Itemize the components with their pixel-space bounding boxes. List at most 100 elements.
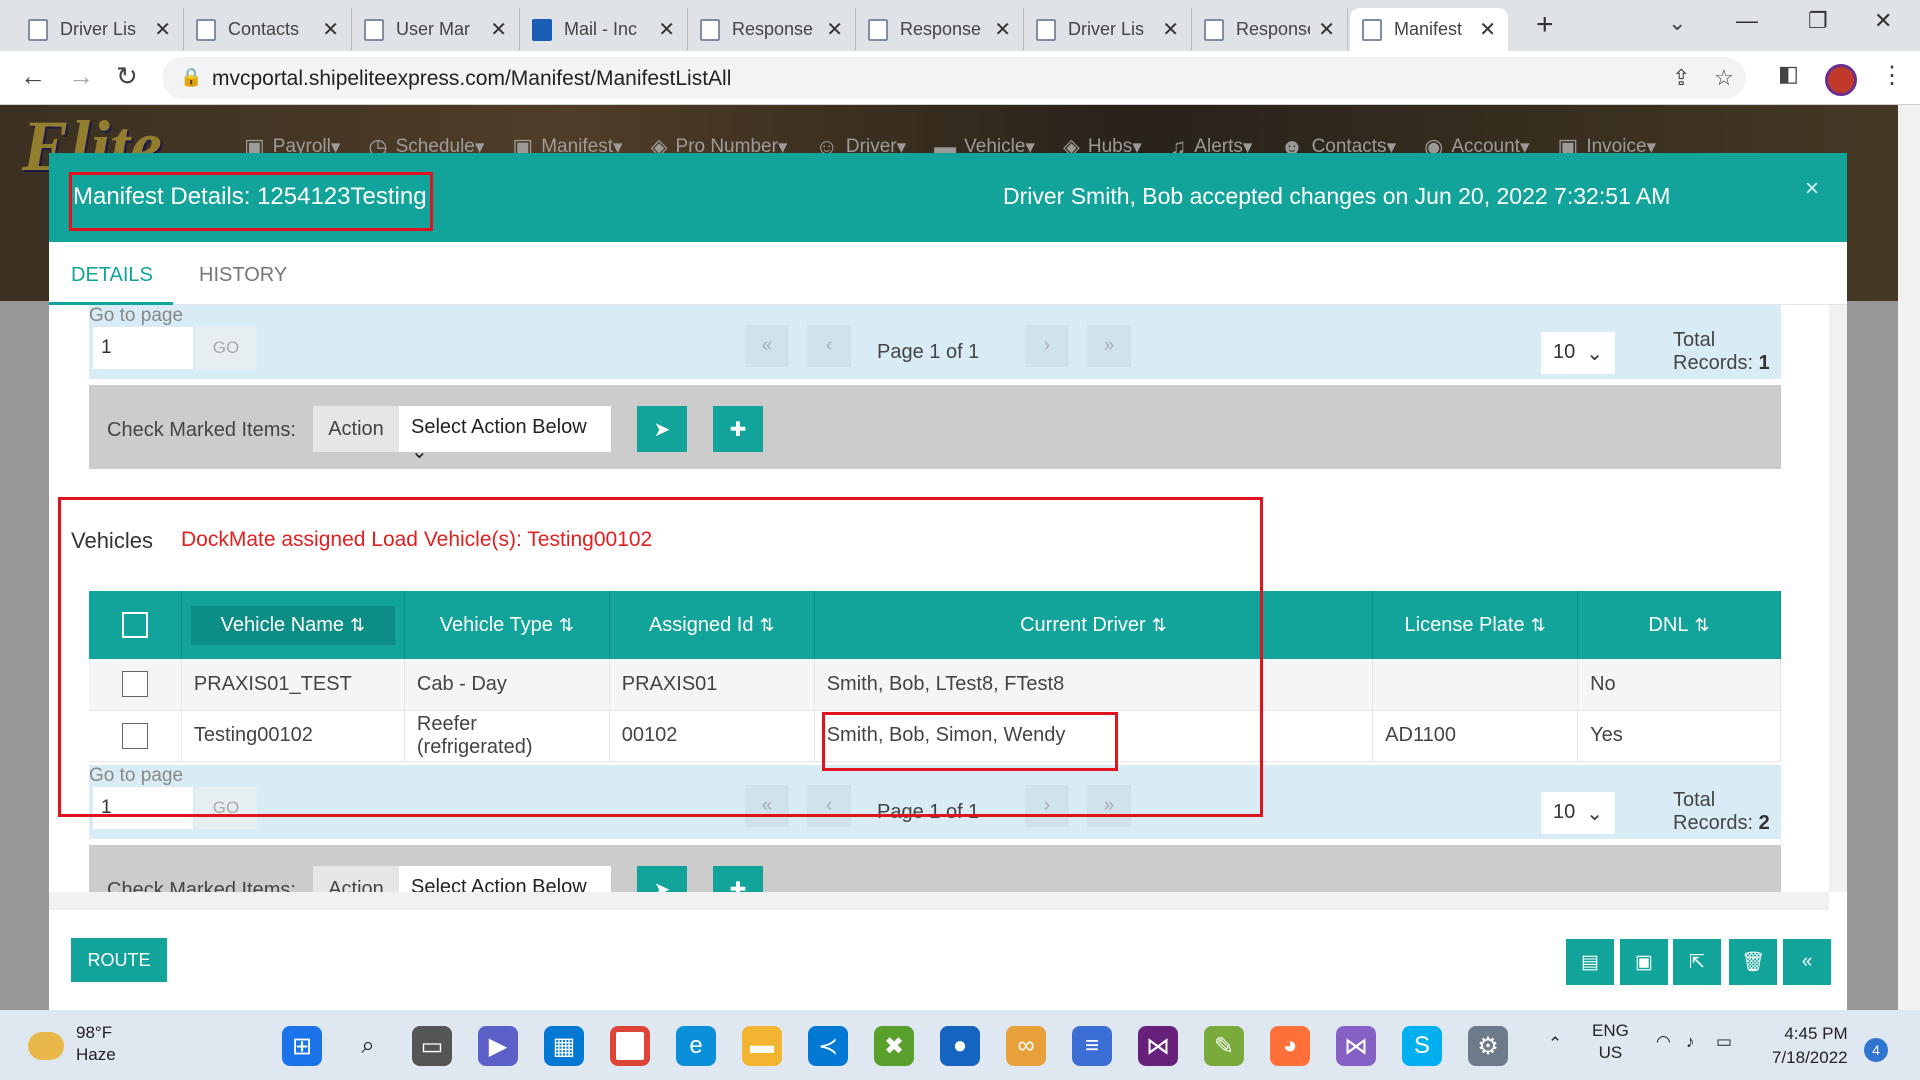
clock[interactable]: 4:45 PM 7/18/2022 xyxy=(1772,1022,1848,1070)
new-tab-button[interactable]: + xyxy=(1536,8,1554,42)
close-tab-icon[interactable]: ✕ xyxy=(1318,17,1335,42)
paint-icon[interactable]: ✎ xyxy=(1204,1026,1244,1066)
bookmark-star-icon[interactable]: ☆ xyxy=(1714,65,1734,91)
reload-icon[interactable]: ↻ xyxy=(116,61,138,92)
modal-close-icon[interactable]: × xyxy=(1805,175,1819,203)
sort-icon[interactable]: ⇅ xyxy=(1695,615,1710,636)
action-label: Action xyxy=(313,866,399,892)
first-page-icon[interactable]: « xyxy=(745,325,789,367)
lock-icon[interactable]: 🔒 xyxy=(180,67,202,88)
tab-search-icon[interactable]: ⌄ xyxy=(1668,10,1686,36)
document-icon xyxy=(868,18,888,41)
prev-page-icon[interactable]: ‹ xyxy=(807,325,851,367)
minimize-icon[interactable]: — xyxy=(1736,8,1758,34)
excel-app-icon[interactable]: ✖ xyxy=(874,1026,914,1066)
browser-tab[interactable]: Driver Lis ✕ xyxy=(1024,8,1192,51)
store-icon[interactable]: ▦ xyxy=(544,1026,584,1066)
action-select[interactable]: Select Action Below ⌄ xyxy=(399,406,611,463)
close-tab-icon[interactable]: ✕ xyxy=(1162,17,1179,42)
address-bar[interactable]: 🔒 mvcportal.shipeliteexpress.com/Manifes… xyxy=(162,57,1746,99)
app-icon[interactable]: ∞ xyxy=(1006,1026,1046,1066)
col-dnl[interactable]: DNL ⇅ xyxy=(1577,591,1781,659)
file-explorer-icon[interactable]: ▬ xyxy=(742,1026,782,1066)
back-icon[interactable]: ← xyxy=(20,61,46,92)
teams-icon[interactable]: ▶ xyxy=(478,1026,518,1066)
side-panel-icon[interactable]: ◧ xyxy=(1778,61,1799,87)
notepad-icon[interactable]: ≡ xyxy=(1072,1026,1112,1066)
maps-icon[interactable]: ● xyxy=(940,1026,980,1066)
tray-chevron-icon[interactable]: ⌃ xyxy=(1548,1034,1562,1054)
close-tab-icon[interactable]: ✕ xyxy=(154,17,171,42)
vscode-icon[interactable]: ≺ xyxy=(808,1026,848,1066)
action-select[interactable]: Select Action Below ⌄ xyxy=(399,866,611,892)
restore-icon[interactable]: ❐ xyxy=(1808,8,1828,34)
send-icon[interactable]: ➤ xyxy=(637,406,687,452)
close-tab-icon[interactable]: ✕ xyxy=(1479,17,1496,42)
menu-kebab-icon[interactable]: ⋮ xyxy=(1880,61,1904,90)
send-icon[interactable]: ➤ xyxy=(637,866,687,892)
page-size-select[interactable]: 10 ⌄ xyxy=(1541,332,1615,374)
document-icon xyxy=(28,18,48,41)
pdf-icon[interactable]: ▤ xyxy=(1566,939,1614,985)
browser-tab[interactable]: Contacts ✕ xyxy=(184,8,352,51)
next-page-icon[interactable]: › xyxy=(1025,325,1069,367)
go-button[interactable]: GO xyxy=(195,327,257,369)
manifest-details-modal: Manifest Details: 1254123Testing Driver … xyxy=(49,153,1847,1010)
weather-widget[interactable]: 98°F Haze xyxy=(28,1022,116,1066)
collapse-icon[interactable]: « xyxy=(1783,939,1831,985)
firefox-icon[interactable]: ◕ xyxy=(1270,1026,1310,1066)
forward-icon[interactable]: → xyxy=(68,61,94,92)
go-to-page-input[interactable] xyxy=(93,327,193,369)
visual-studio-icon[interactable]: ⋈ xyxy=(1138,1026,1178,1066)
sort-icon[interactable]: ⇅ xyxy=(1531,615,1546,636)
skype-icon[interactable]: S xyxy=(1402,1026,1442,1066)
browser-tab-active[interactable]: Manifest ✕ xyxy=(1350,8,1508,51)
close-tab-icon[interactable]: ✕ xyxy=(322,17,339,42)
volume-icon[interactable]: ♪ xyxy=(1686,1032,1695,1052)
share-icon[interactable]: ⇪ xyxy=(1672,65,1690,91)
cell-license-plate: AD1100 xyxy=(1372,710,1579,762)
page-size-select[interactable]: 10 ⌄ xyxy=(1541,792,1615,834)
delete-icon[interactable]: 🗑 xyxy=(1729,939,1777,985)
route-button[interactable]: ROUTE xyxy=(71,938,167,982)
export-icon[interactable]: ⇱ xyxy=(1673,939,1721,985)
add-icon[interactable]: ✚ xyxy=(713,866,763,892)
task-view-icon[interactable]: ▭ xyxy=(412,1026,452,1066)
close-window-icon[interactable]: ✕ xyxy=(1874,8,1892,34)
profile-avatar[interactable] xyxy=(1825,64,1857,96)
tab-history[interactable]: HISTORY xyxy=(199,264,287,287)
browser-tab[interactable]: Response ✕ xyxy=(1192,8,1348,51)
document-icon xyxy=(364,18,384,41)
battery-icon[interactable]: ▭ xyxy=(1716,1032,1732,1052)
modal-vertical-scrollbar[interactable] xyxy=(1829,305,1847,892)
close-tab-icon[interactable]: ✕ xyxy=(994,17,1011,42)
page-scrollbar[interactable] xyxy=(1898,105,1920,1010)
browser-tab[interactable]: Response ✕ xyxy=(688,8,856,51)
notification-badge[interactable]: 4 xyxy=(1864,1038,1888,1062)
last-page-icon[interactable]: » xyxy=(1087,325,1131,367)
document-icon xyxy=(196,18,216,41)
chevron-down-icon: ⌄ xyxy=(411,441,428,463)
wifi-icon[interactable]: ◠ xyxy=(1656,1032,1671,1052)
modal-horizontal-scrollbar[interactable] xyxy=(49,892,1829,910)
close-tab-icon[interactable]: ✕ xyxy=(490,17,507,42)
tab-details[interactable]: DETAILS xyxy=(71,264,153,287)
url-text[interactable]: mvcportal.shipeliteexpress.com/Manifest/… xyxy=(212,67,731,91)
close-tab-icon[interactable]: ✕ xyxy=(658,17,675,42)
pagination-bar: Go to page GO « ‹ Page 1 of 1 › » 10 ⌄ T… xyxy=(89,305,1781,379)
action-label: Action xyxy=(313,406,399,452)
browser-tab[interactable]: Response ✕ xyxy=(856,8,1024,51)
close-tab-icon[interactable]: ✕ xyxy=(826,17,843,42)
col-license-plate[interactable]: License Plate ⇅ xyxy=(1372,591,1579,659)
visual-studio-alt-icon[interactable]: ⋈ xyxy=(1336,1026,1376,1066)
start-icon[interactable]: ⊞ xyxy=(282,1026,322,1066)
chrome-icon[interactable] xyxy=(610,1026,650,1066)
save-icon[interactable]: ▣ xyxy=(1620,939,1668,985)
edge-icon[interactable]: e xyxy=(676,1026,716,1066)
browser-tab[interactable]: User Mar ✕ xyxy=(352,8,520,51)
search-icon[interactable]: ⌕ xyxy=(348,1026,388,1066)
settings-icon[interactable]: ⚙ xyxy=(1468,1026,1508,1066)
browser-tab[interactable]: Driver Lis ✕ xyxy=(16,8,184,51)
add-icon[interactable]: ✚ xyxy=(713,406,763,452)
browser-tab[interactable]: Mail - Inc ✕ xyxy=(520,8,688,51)
